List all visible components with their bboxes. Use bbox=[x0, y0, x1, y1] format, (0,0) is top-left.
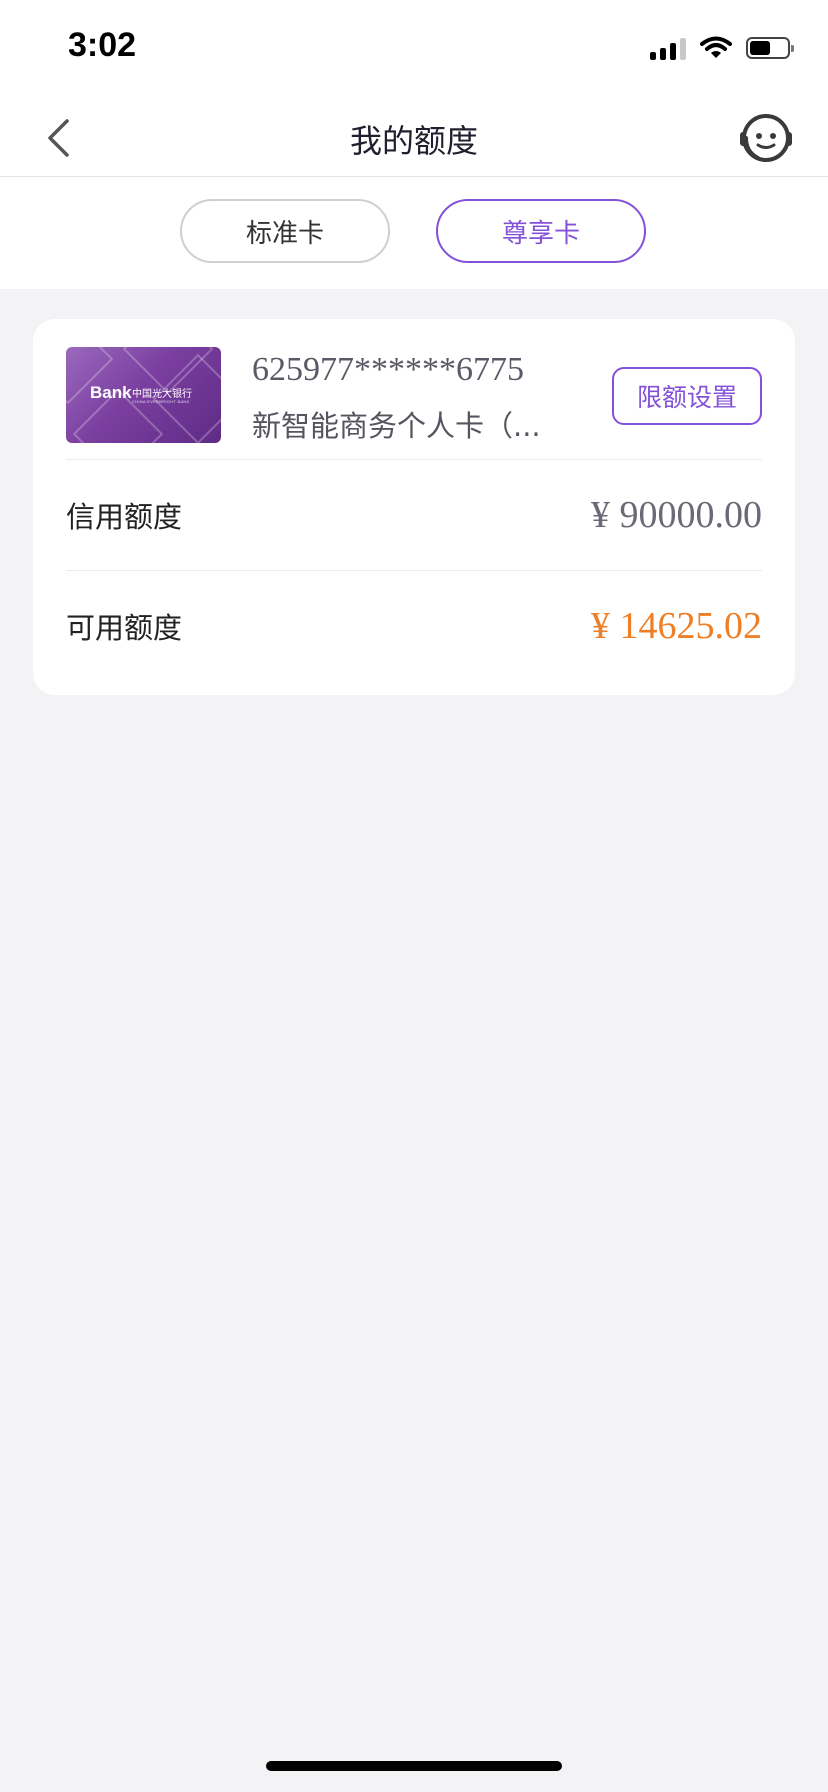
card-type-tabs: 标准卡 尊享卡 bbox=[0, 177, 828, 289]
nav-bar: 我的额度 bbox=[0, 100, 828, 177]
card-bank-name: 中国光大银行 bbox=[132, 389, 192, 400]
customer-service-button[interactable] bbox=[736, 108, 796, 168]
battery-icon bbox=[746, 37, 794, 59]
credit-limit-row: 信用额度 ¥ 90000.00 bbox=[66, 460, 762, 571]
status-bar: 3:02 bbox=[0, 0, 828, 100]
credit-limit-value: ¥ 90000.00 bbox=[591, 494, 762, 536]
card-number: 625977******6775 bbox=[252, 351, 524, 388]
page-title: 我的额度 bbox=[349, 122, 478, 160]
home-indicator[interactable] bbox=[266, 1761, 562, 1771]
wifi-icon bbox=[700, 36, 732, 58]
tab-premium-card[interactable]: 尊享卡 bbox=[436, 199, 646, 263]
card-bank-name-en: CHINA EVERBRIGHT BANK bbox=[132, 399, 190, 404]
tab-standard-card[interactable]: 标准卡 bbox=[180, 199, 390, 263]
available-limit-value: ¥ 14625.02 bbox=[591, 605, 762, 647]
signal-icon bbox=[650, 36, 686, 60]
status-icons bbox=[650, 36, 794, 60]
available-limit-row: 可用额度 ¥ 14625.02 bbox=[66, 571, 762, 681]
card-image: Bank 中国光大银行 CHINA EVERBRIGHT BANK bbox=[66, 347, 221, 443]
card-header: Bank 中国光大银行 CHINA EVERBRIGHT BANK 625977… bbox=[66, 347, 762, 460]
bank-logo: Bank bbox=[90, 383, 132, 402]
limit-settings-button[interactable]: 限额设置 bbox=[612, 367, 762, 425]
customer-service-icon bbox=[740, 114, 792, 162]
card-name: 新智能商务个人卡（... bbox=[252, 409, 541, 443]
status-time: 3:02 bbox=[68, 26, 137, 64]
card-limit-panel: Bank 中国光大银行 CHINA EVERBRIGHT BANK 625977… bbox=[33, 319, 795, 695]
credit-limit-label: 信用额度 bbox=[66, 500, 183, 534]
available-limit-label: 可用额度 bbox=[66, 611, 183, 645]
